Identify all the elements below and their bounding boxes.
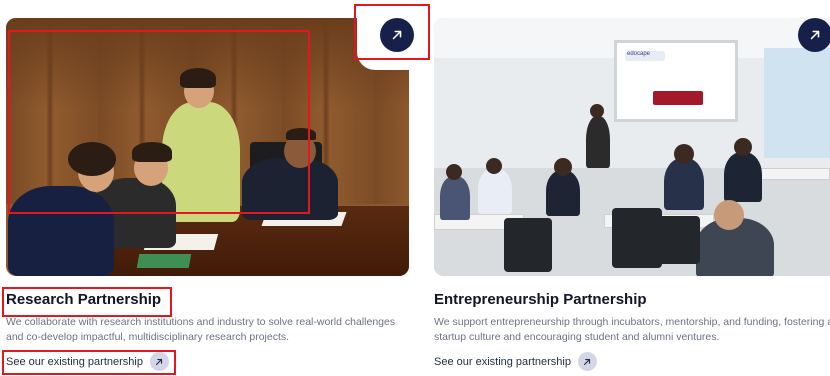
- arrow-up-right-icon: [584, 358, 591, 365]
- presenter: [586, 116, 610, 168]
- screen-brand-text: edocape: [627, 51, 651, 57]
- research-partnership-title: Research Partnership: [6, 291, 162, 308]
- attendee: [478, 168, 512, 214]
- research-partnership-arrow-button[interactable]: [380, 18, 414, 52]
- link-arrow-circle: [149, 352, 169, 371]
- projector-screen: edocape: [614, 40, 738, 122]
- research-partnership-link[interactable]: See our existing partnership: [6, 352, 169, 371]
- screen-device-image: [653, 91, 703, 105]
- arrow-up-right-icon: [156, 358, 163, 365]
- signing-man-right: [242, 158, 338, 220]
- arrow-up-right-icon: [392, 30, 402, 40]
- desk: [754, 168, 830, 180]
- folder: [136, 254, 192, 268]
- entrepreneurship-partnership-title: Entrepreneurship Partnership: [434, 291, 647, 308]
- seated-man-left-hair: [68, 142, 116, 176]
- seated-man-left: [8, 186, 114, 276]
- research-partnership-card: Research Partnership We collaborate with…: [6, 0, 414, 371]
- window: [764, 48, 830, 158]
- attendee-head: [714, 200, 744, 230]
- attendee: [724, 152, 762, 202]
- attendee-head: [674, 144, 694, 164]
- entrepreneurship-partnership-description: We support entrepreneurship through incu…: [434, 316, 830, 343]
- research-partnership-image[interactable]: [6, 18, 409, 276]
- link-arrow-circle: [577, 352, 597, 371]
- attendee-head: [554, 158, 572, 176]
- office-chair: [504, 218, 552, 272]
- attendee-head: [446, 164, 462, 180]
- signing-man-right-hair: [286, 128, 316, 140]
- entrepreneurship-partnership-image[interactable]: edocape: [434, 18, 830, 276]
- attendee: [664, 158, 704, 210]
- entrepreneurship-partnership-card: edocape Entrepreneurship Partnership We: [434, 0, 830, 371]
- attendee: [546, 170, 580, 216]
- signing-man-center-hair: [132, 142, 172, 162]
- arrow-up-right-icon: [810, 30, 820, 40]
- attendee: [440, 176, 470, 220]
- research-partnership-description: We collaborate with research institution…: [6, 316, 396, 343]
- entrepreneurship-partnership-link-label: See our existing partnership: [434, 355, 571, 368]
- attendee-head: [734, 138, 752, 156]
- entrepreneurship-partnership-arrow-button[interactable]: [798, 18, 830, 52]
- presenter-head: [590, 104, 604, 118]
- research-partnership-link-label: See our existing partnership: [6, 355, 143, 368]
- attendee-head: [486, 158, 502, 174]
- office-chair: [612, 208, 662, 268]
- office-chair: [656, 216, 700, 264]
- entrepreneurship-partnership-link[interactable]: See our existing partnership: [434, 352, 597, 371]
- standing-woman-hair: [180, 68, 216, 88]
